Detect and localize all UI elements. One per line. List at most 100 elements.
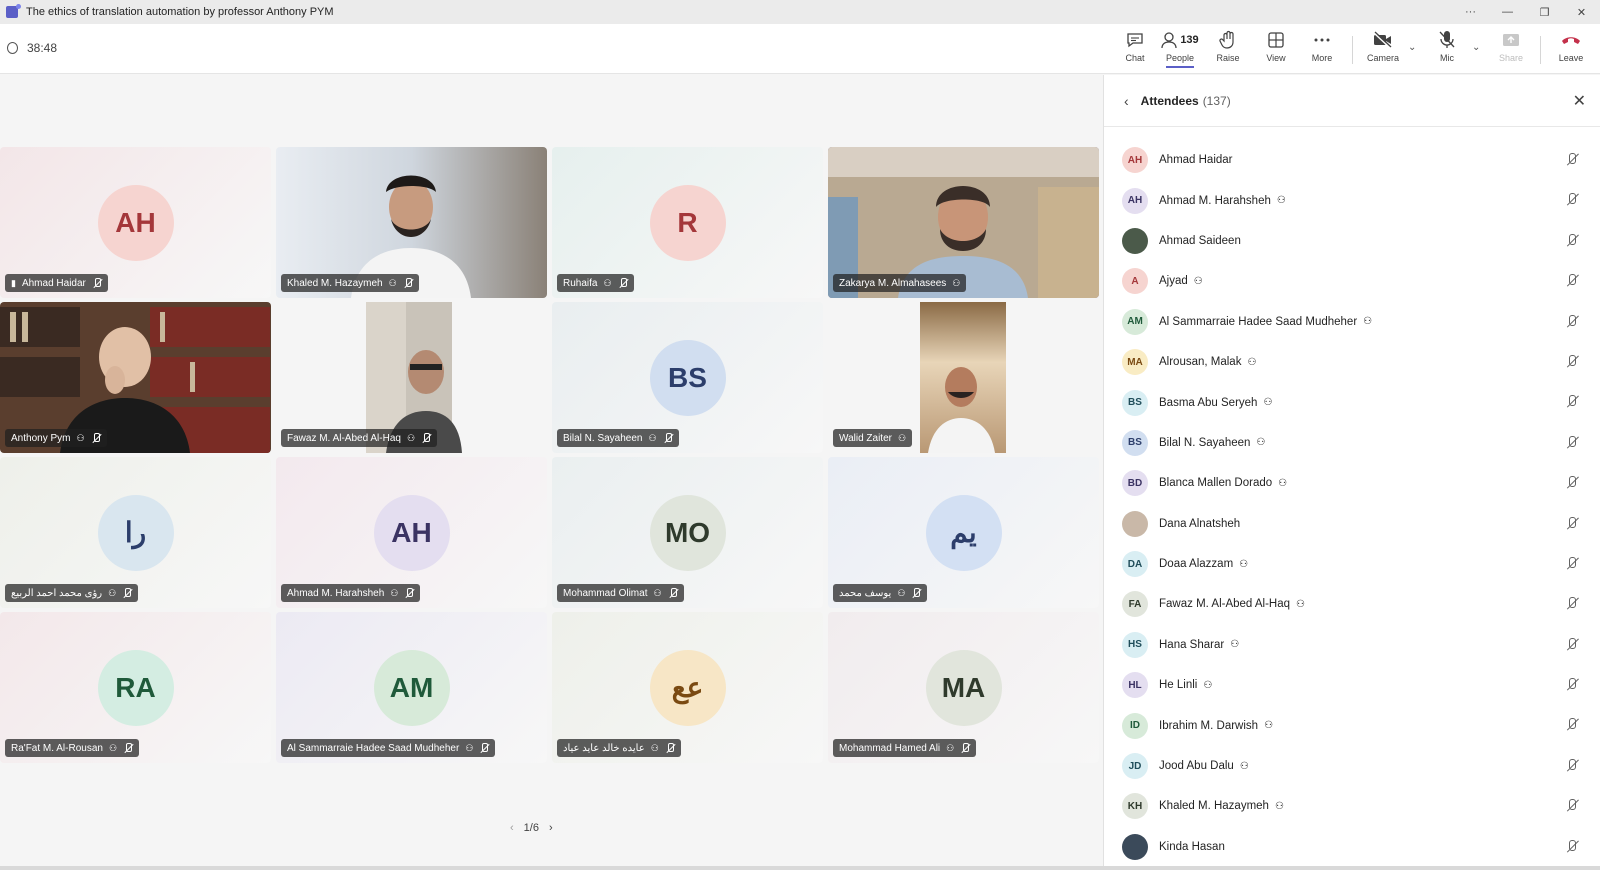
attendee-row[interactable]: BS Bilal N. Sayaheen ⚇ xyxy=(1104,423,1600,463)
org-external-icon: ⚇ xyxy=(603,277,612,288)
participant-tile[interactable]: MO Mohammad Olimat ⚇ xyxy=(552,457,823,608)
mic-muted-icon xyxy=(1565,718,1579,732)
attendee-row[interactable]: HL He Linli ⚇ xyxy=(1104,665,1600,705)
attendee-name: Blanca Mallen Dorado xyxy=(1159,477,1273,490)
mic-muted-icon xyxy=(92,278,102,288)
participant-tile[interactable]: RA Ra'Fat M. Al-Rousan ⚇ xyxy=(0,612,271,763)
participant-avatar: AH xyxy=(97,184,174,261)
previous-page-icon[interactable]: ‹ xyxy=(510,822,514,834)
mic-muted-icon xyxy=(403,278,413,288)
restore-button[interactable]: ❐ xyxy=(1526,0,1563,24)
participant-tile[interactable]: عع عايده خالد عايد عياد ⚇ xyxy=(552,612,823,763)
participant-tile[interactable]: AM Al Sammarraie Hadee Saad Mudheher ⚇ xyxy=(276,612,547,763)
attendee-initials-avatar: MA xyxy=(1122,349,1148,376)
attendee-initials-avatar: FA xyxy=(1122,591,1148,618)
share-button[interactable]: Share xyxy=(1498,28,1524,72)
attendee-row[interactable]: ID Ibrahim M. Darwish ⚇ xyxy=(1104,705,1600,745)
hang-up-icon xyxy=(1560,28,1582,52)
participant-name: رؤى محمد احمد الربيع xyxy=(11,587,103,599)
mic-muted-icon xyxy=(91,433,101,443)
attendee-row[interactable]: AH Ahmad M. Harahsheh ⚇ xyxy=(1104,180,1600,220)
participant-tile[interactable]: را رؤى محمد احمد الربيع ⚇ xyxy=(0,457,271,608)
mic-button[interactable]: Mic xyxy=(1434,28,1460,72)
attendee-row[interactable]: DA Doaa Alazzam ⚇ xyxy=(1104,544,1600,584)
mic-muted-icon xyxy=(1565,678,1579,692)
attendee-name: Kinda Hasan xyxy=(1159,840,1225,853)
mic-muted-icon xyxy=(1565,516,1579,531)
participant-name: يوسف محمد xyxy=(839,587,892,599)
participant-name-chip: Ra'Fat M. Al-Rousan ⚇ xyxy=(5,739,140,757)
more-button[interactable]: More xyxy=(1309,28,1335,72)
attendee-initials-avatar: DA xyxy=(1122,551,1148,578)
participant-tile[interactable]: AH ▮ Ahmad Haidar xyxy=(0,147,271,298)
camera-button[interactable]: Camera xyxy=(1366,28,1400,72)
participant-name-chip: رؤى محمد احمد الربيع ⚇ xyxy=(5,584,139,602)
participant-name-chip: Ruhaifa ⚇ xyxy=(557,274,634,292)
attendee-name: Ahmad Haidar xyxy=(1159,154,1233,167)
attendee-row[interactable]: FA Fawaz M. Al-Abed Al-Haq ⚇ xyxy=(1104,584,1600,624)
attendee-row[interactable]: HS Hana Sharar ⚇ xyxy=(1104,625,1600,665)
attendee-row[interactable]: KH Khaled M. Hazaymeh ⚇ xyxy=(1104,786,1600,826)
view-button[interactable]: View xyxy=(1263,28,1289,72)
mic-muted-icon xyxy=(1565,354,1579,369)
participant-tile[interactable]: يم يوسف محمد ⚇ xyxy=(828,457,1099,608)
attendee-initials-avatar: BS xyxy=(1122,389,1148,416)
close-panel-icon[interactable]: ✕ xyxy=(1573,91,1586,111)
org-external-icon: ⚇ xyxy=(1363,316,1373,328)
mic-muted-icon xyxy=(1565,395,1579,409)
more-dots-icon xyxy=(1313,28,1331,52)
org-external-icon: ⚇ xyxy=(650,742,659,753)
participant-tile[interactable]: Walid Zaiter ⚇ xyxy=(828,302,1099,453)
attendee-row[interactable]: MA Alrousan, Malak ⚇ xyxy=(1104,342,1600,382)
mic-options-chevron-icon[interactable]: ⌄ xyxy=(1472,42,1480,53)
attendee-initials-avatar: AM xyxy=(1122,308,1148,335)
attendee-count: (137) xyxy=(1202,93,1231,108)
attendee-row[interactable]: JD Jood Abu Dalu ⚇ xyxy=(1104,746,1600,786)
attendee-photo-avatar xyxy=(1122,227,1148,254)
people-button[interactable]: 139 People xyxy=(1160,28,1200,72)
org-external-icon: ⚇ xyxy=(1239,558,1249,570)
attendee-row[interactable]: BD Blanca Mallen Dorado ⚇ xyxy=(1104,463,1600,503)
org-external-icon: ⚇ xyxy=(946,742,955,753)
attendee-row[interactable]: AH Ahmad Haidar xyxy=(1104,140,1600,180)
leave-button[interactable]: Leave xyxy=(1556,28,1586,72)
attendee-row[interactable]: Kinda Hasan xyxy=(1104,827,1600,867)
close-window-button[interactable]: ✕ xyxy=(1563,0,1600,24)
attendee-row[interactable]: Ahmad Saideen xyxy=(1104,221,1600,261)
next-page-icon[interactable]: › xyxy=(549,822,553,834)
participant-avatar: را xyxy=(97,494,174,571)
camera-options-chevron-icon[interactable]: ⌄ xyxy=(1408,42,1416,53)
attendees-panel: ‹ Attendees (137) ✕ AH Ahmad Haidar AH Ahmad… xyxy=(1103,75,1600,870)
participant-tile[interactable]: Khaled M. Hazaymeh ⚇ xyxy=(276,147,547,298)
participant-tile[interactable]: Fawaz M. Al-Abed Al-Haq ⚇ xyxy=(276,302,547,453)
mic-muted-icon xyxy=(404,588,414,598)
back-arrow-icon[interactable]: ‹ xyxy=(1124,93,1129,109)
minimize-button[interactable]: — xyxy=(1489,0,1526,24)
raise-hand-button[interactable]: Raise xyxy=(1215,28,1241,72)
attendee-row[interactable]: AM Al Sammarraie Hadee Saad Mudheher ⚇ xyxy=(1104,302,1600,342)
participant-tile[interactable]: Zakarya M. Almahasees ⚇ xyxy=(828,147,1099,298)
mic-muted-icon xyxy=(665,743,675,753)
attendee-row[interactable]: A Ajyad ⚇ xyxy=(1104,261,1600,301)
participant-tile[interactable]: R Ruhaifa ⚇ xyxy=(552,147,823,298)
participant-tile[interactable]: MA Mohammad Hamed Ali ⚇ xyxy=(828,612,1099,763)
org-external-icon: ⚇ xyxy=(1296,598,1305,610)
participant-tile[interactable]: Anthony Pym ⚇ xyxy=(0,302,271,453)
org-external-icon: ⚇ xyxy=(648,432,657,443)
org-external-icon: ⚇ xyxy=(108,587,117,598)
attendee-row[interactable]: Dana Alnatsheh xyxy=(1104,504,1600,544)
chat-button[interactable]: Chat xyxy=(1120,28,1150,72)
mic-muted-icon xyxy=(123,743,133,753)
participant-tile[interactable]: BS Bilal N. Sayaheen ⚇ xyxy=(552,302,823,453)
more-options-icon[interactable]: ··· xyxy=(1452,0,1489,24)
org-external-icon: ⚇ xyxy=(1264,720,1274,732)
participant-name-chip: Walid Zaiter ⚇ xyxy=(833,429,913,447)
mic-off-icon xyxy=(1438,28,1456,52)
attendee-name: He Linli xyxy=(1159,679,1198,692)
attendee-row[interactable]: BS Basma Abu Seryeh ⚇ xyxy=(1104,382,1600,422)
participant-tile[interactable]: AH Ahmad M. Harahsheh ⚇ xyxy=(276,457,547,608)
meeting-timer: 38:48 xyxy=(7,41,57,55)
attendee-name: Dana Alnatsheh xyxy=(1159,517,1241,530)
participant-name-chip: Mohammad Olimat ⚇ xyxy=(557,584,684,602)
org-external-icon: ⚇ xyxy=(406,432,416,443)
